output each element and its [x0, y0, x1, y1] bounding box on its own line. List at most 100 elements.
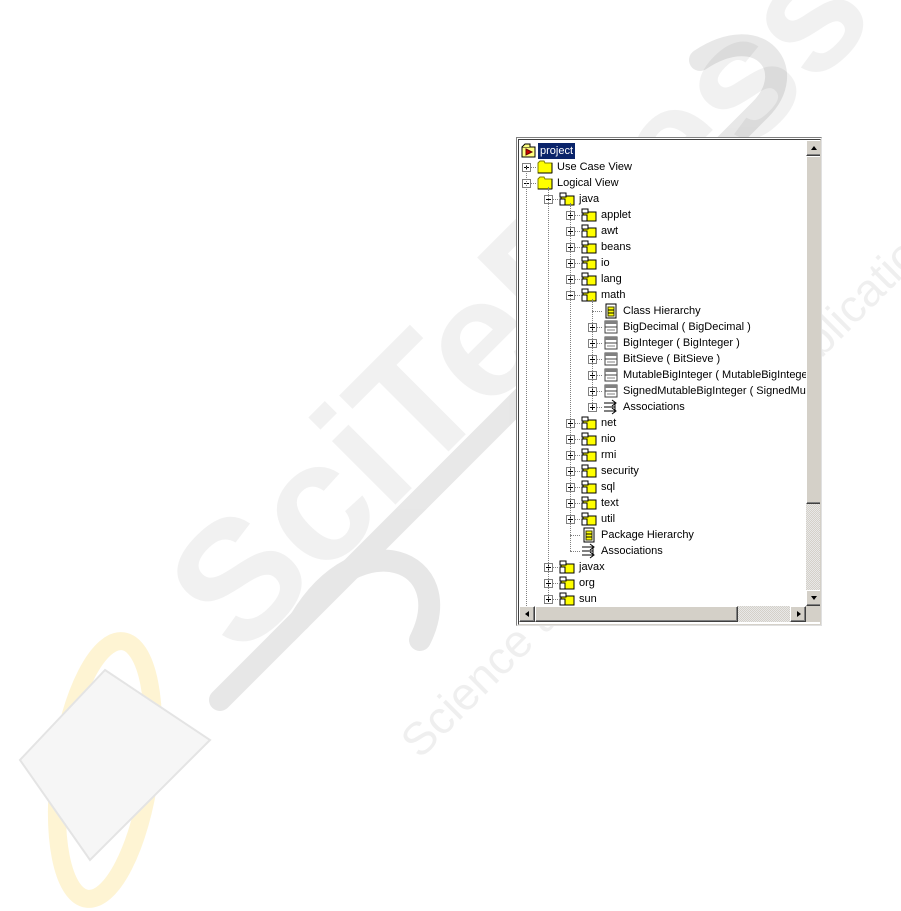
tree-node[interactable]: Logical View [519, 175, 806, 191]
tree-node-label[interactable]: Associations [599, 543, 665, 559]
tree-node-label[interactable]: lang [599, 271, 624, 287]
model-browser-frame: project Use Case View Logical View java appl… [518, 139, 821, 625]
tree-node[interactable]: BitSieve ( BitSieve ) [519, 351, 806, 367]
tree-node-label[interactable]: Class Hierarchy [621, 303, 703, 319]
tree-node[interactable]: nio [519, 431, 806, 447]
tree-node[interactable]: javax [519, 559, 806, 575]
vertical-scroll-thumb[interactable] [806, 156, 820, 504]
class-icon [603, 383, 619, 399]
package-icon [581, 287, 597, 303]
tree-node-label[interactable]: MutableBigInteger ( MutableBigInteger ) [621, 367, 806, 383]
tree-node[interactable]: sql [519, 479, 806, 495]
tree-node-label[interactable]: applet [599, 207, 633, 223]
package-icon [581, 223, 597, 239]
scrollbar-corner [806, 606, 820, 622]
tree-node-label[interactable]: org [577, 575, 597, 591]
tree-node-label[interactable]: Package Hierarchy [599, 527, 696, 543]
tree-node-label[interactable]: Use Case View [555, 159, 634, 175]
tree-node[interactable]: Use Case View [519, 159, 806, 175]
tree-node[interactable]: beans [519, 239, 806, 255]
arrow-up-icon [811, 146, 817, 150]
tree-node[interactable]: awt [519, 223, 806, 239]
tree-node-label[interactable]: BigDecimal ( BigDecimal ) [621, 319, 753, 335]
tree-node[interactable]: security [519, 463, 806, 479]
package-icon [559, 575, 575, 591]
tree-node[interactable]: BigDecimal ( BigDecimal ) [519, 319, 806, 335]
tree-connector [570, 535, 580, 536]
tree-node-label[interactable]: sun [577, 591, 599, 606]
tree-guide-line [526, 163, 527, 606]
model-browser-panel: project Use Case View Logical View java appl… [516, 137, 822, 626]
package-icon [581, 479, 597, 495]
class-icon [603, 319, 619, 335]
diagram-icon [581, 527, 597, 543]
tree-node-label[interactable]: net [599, 415, 618, 431]
class-icon [603, 367, 619, 383]
tree-node-label[interactable]: project [536, 142, 577, 160]
tree-node-label[interactable]: math [599, 287, 627, 303]
tree-node[interactable]: io [519, 255, 806, 271]
tree-node[interactable]: util [519, 511, 806, 527]
tree-node-label[interactable]: io [599, 255, 612, 271]
scroll-left-button[interactable] [519, 606, 535, 622]
scroll-down-button[interactable] [806, 590, 820, 606]
tree-node[interactable]: sun [519, 591, 806, 606]
tree-node[interactable]: math [519, 287, 806, 303]
tree-node-label[interactable]: Logical View [555, 175, 621, 191]
tree-node[interactable]: org [519, 575, 806, 591]
tree-node-label[interactable]: BigInteger ( BigInteger ) [621, 335, 742, 351]
tree-node-label[interactable]: javax [577, 559, 607, 575]
tree-connector [592, 311, 602, 312]
tree-node-label[interactable]: Associations [621, 399, 687, 415]
folder-icon [537, 175, 553, 191]
package-icon [559, 191, 575, 207]
tree-node[interactable]: Associations [519, 543, 806, 559]
tree-node[interactable]: java [519, 191, 806, 207]
tree-node[interactable]: BigInteger ( BigInteger ) [519, 335, 806, 351]
package-icon [581, 463, 597, 479]
tree-node-label[interactable]: sql [599, 479, 617, 495]
associations-icon [581, 543, 597, 559]
package-icon [581, 511, 597, 527]
tree-node[interactable]: SignedMutableBigInteger ( SignedMutableB… [519, 383, 806, 399]
tree-node-label[interactable]: BitSieve ( BitSieve ) [621, 351, 722, 367]
tree-node-label[interactable]: beans [599, 239, 633, 255]
tree-node-label[interactable]: SignedMutableBigInteger ( SignedMutableB… [621, 383, 806, 399]
class-icon [603, 335, 619, 351]
tree-guide-line [592, 299, 593, 407]
tree-node-label[interactable]: nio [599, 431, 618, 447]
horizontal-scrollbar[interactable] [519, 606, 806, 622]
tree-node-label[interactable]: text [599, 495, 621, 511]
tree-node[interactable]: MutableBigInteger ( MutableBigInteger ) [519, 367, 806, 383]
model-tree[interactable]: project Use Case View Logical View java appl… [519, 140, 806, 606]
tree-node-label[interactable]: security [599, 463, 641, 479]
associations-icon [603, 399, 619, 415]
tree-node[interactable]: Associations [519, 399, 806, 415]
scroll-up-button[interactable] [806, 140, 820, 156]
vertical-scrollbar[interactable] [806, 140, 820, 606]
tree-node-label[interactable]: rmi [599, 447, 618, 463]
package-icon [581, 415, 597, 431]
tree-connector [570, 551, 580, 552]
tree-node[interactable]: Class Hierarchy [519, 303, 806, 319]
tree-node[interactable]: net [519, 415, 806, 431]
tree-guide-line [548, 187, 549, 599]
diagram-icon [603, 303, 619, 319]
folder-icon [537, 159, 553, 175]
tree-node[interactable]: text [519, 495, 806, 511]
package-icon [581, 447, 597, 463]
tree-node[interactable]: rmi [519, 447, 806, 463]
tree-node[interactable]: applet [519, 207, 806, 223]
class-icon [603, 351, 619, 367]
tree-node[interactable]: project [519, 142, 806, 160]
tree-node[interactable]: Package Hierarchy [519, 527, 806, 543]
tree-node-label[interactable]: awt [599, 223, 620, 239]
package-icon [581, 495, 597, 511]
package-icon [559, 591, 575, 606]
tree-node-label[interactable]: util [599, 511, 617, 527]
tree-node[interactable]: lang [519, 271, 806, 287]
scroll-right-button[interactable] [790, 606, 806, 622]
tree-node-label[interactable]: java [577, 191, 601, 207]
horizontal-scroll-thumb[interactable] [535, 606, 738, 622]
tree-guide-line [570, 203, 571, 551]
